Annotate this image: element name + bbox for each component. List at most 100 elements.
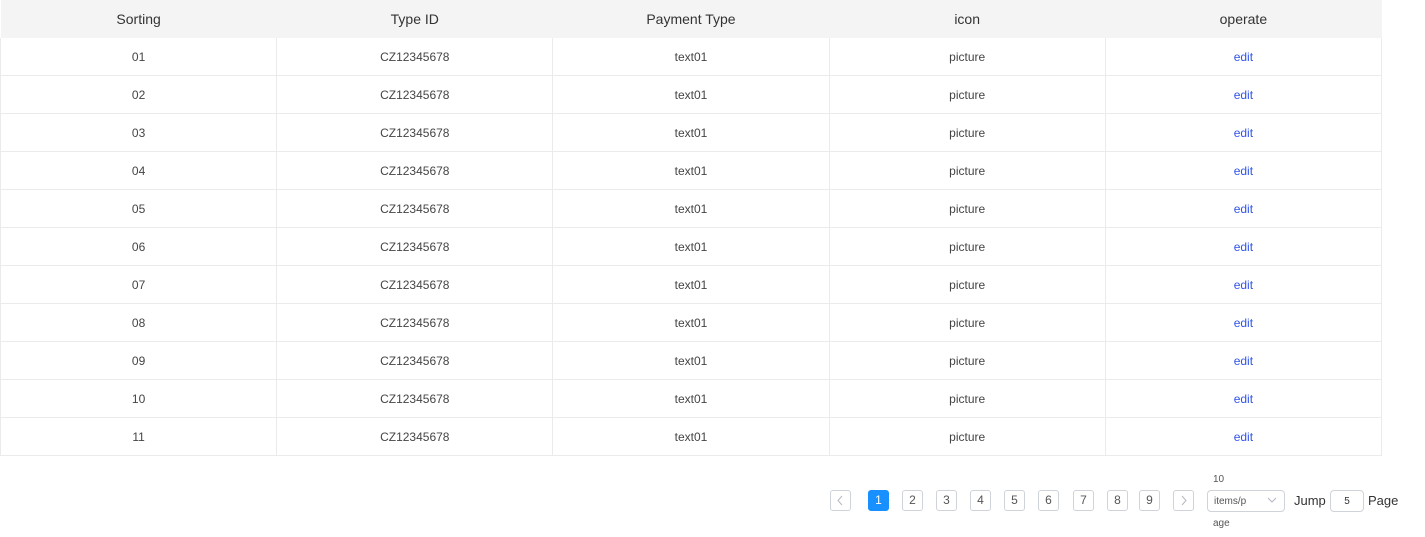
cell-payment-type: text01 [552,189,830,228]
cell-operate: edit [1105,151,1383,190]
cell-type-id: CZ12345678 [276,303,554,342]
cell-type-id: CZ12345678 [276,227,554,266]
payment-type-table: Sorting Type ID Payment Type icon operat… [0,0,1383,456]
page-button-1[interactable]: 1 [868,490,889,511]
table-row: 03 CZ12345678 text01 picture edit [0,113,1383,152]
table-row: 08 CZ12345678 text01 picture edit [0,303,1383,342]
column-header-sorting[interactable]: Sorting [0,0,277,38]
cell-operate: edit [1105,379,1383,418]
page-button-2[interactable]: 2 [902,490,923,511]
cell-operate: edit [1105,303,1383,342]
page-button-5[interactable]: 5 [1004,490,1025,511]
cell-icon: picture [829,189,1106,228]
table-row: 04 CZ12345678 text01 picture edit [0,151,1383,190]
cell-sorting: 11 [0,417,278,456]
cell-sorting: 10 [0,379,278,418]
table-row: 11 CZ12345678 text01 picture edit [0,417,1383,456]
cell-type-id: CZ12345678 [276,265,554,304]
cell-icon: picture [829,38,1106,76]
chevron-down-icon [1267,497,1277,503]
table-row: 01 CZ12345678 text01 picture edit [0,38,1383,76]
cell-type-id: CZ12345678 [276,75,554,114]
cell-type-id: CZ12345678 [276,189,554,228]
page-button-4[interactable]: 4 [970,490,991,511]
cell-payment-type: text01 [552,75,830,114]
edit-link[interactable]: edit [1234,354,1253,368]
next-page-button[interactable] [1173,490,1194,511]
cell-type-id: CZ12345678 [276,379,554,418]
cell-icon: picture [829,265,1106,304]
table-row: 05 CZ12345678 text01 picture edit [0,189,1383,228]
cell-type-id: CZ12345678 [276,113,554,152]
jump-label: Jump [1294,493,1326,508]
cell-sorting: 09 [0,341,278,380]
edit-link[interactable]: edit [1234,88,1253,102]
cell-sorting: 07 [0,265,278,304]
cell-icon: picture [829,151,1106,190]
edit-link[interactable]: edit [1234,240,1253,254]
cell-payment-type: text01 [552,303,830,342]
cell-icon: picture [829,75,1106,114]
cell-sorting: 04 [0,151,278,190]
page-button-8[interactable]: 8 [1107,490,1128,511]
page-button-7[interactable]: 7 [1073,490,1094,511]
edit-link[interactable]: edit [1234,278,1253,292]
cell-type-id: CZ12345678 [276,417,554,456]
cell-icon: picture [829,417,1106,456]
cell-payment-type: text01 [552,151,830,190]
edit-link[interactable]: edit [1234,50,1253,64]
cell-type-id: CZ12345678 [276,341,554,380]
table-header-row: Sorting Type ID Payment Type icon operat… [0,0,1382,38]
cell-icon: picture [829,303,1106,342]
table-row: 07 CZ12345678 text01 picture edit [0,265,1383,304]
page-size-select[interactable]: items/p [1207,490,1285,512]
cell-operate: edit [1105,227,1383,266]
edit-link[interactable]: edit [1234,392,1253,406]
edit-link[interactable]: edit [1234,202,1253,216]
cell-operate: edit [1105,341,1383,380]
chevron-left-icon [837,495,843,506]
column-header-operate[interactable]: operate [1105,0,1382,38]
table-row: 02 CZ12345678 text01 picture edit [0,75,1383,114]
chevron-right-icon [1181,495,1187,506]
edit-link[interactable]: edit [1234,126,1253,140]
page-button-6[interactable]: 6 [1038,490,1059,511]
page-size-count: 10 [1213,474,1225,485]
cell-operate: edit [1105,417,1383,456]
page-label: Page [1368,493,1399,508]
column-header-icon[interactable]: icon [829,0,1106,38]
cell-sorting: 06 [0,227,278,266]
column-header-payment-type[interactable]: Payment Type [552,0,830,38]
cell-operate: edit [1105,113,1383,152]
page-button-9[interactable]: 9 [1139,490,1160,511]
cell-icon: picture [829,341,1106,380]
cell-payment-type: text01 [552,341,830,380]
cell-sorting: 03 [0,113,278,152]
cell-sorting: 01 [0,38,278,76]
cell-payment-type: text01 [552,113,830,152]
cell-payment-type: text01 [552,265,830,304]
cell-sorting: 02 [0,75,278,114]
cell-icon: picture [829,227,1106,266]
page-size-unit: items/p [1214,496,1247,507]
cell-icon: picture [829,113,1106,152]
cell-operate: edit [1105,75,1383,114]
prev-page-button[interactable] [830,490,851,511]
table-row: 10 CZ12345678 text01 picture edit [0,379,1383,418]
edit-link[interactable]: edit [1234,430,1253,444]
cell-sorting: 08 [0,303,278,342]
table-row: 09 CZ12345678 text01 picture edit [0,341,1383,380]
cell-type-id: CZ12345678 [276,38,554,76]
page-button-3[interactable]: 3 [936,490,957,511]
cell-payment-type: text01 [552,379,830,418]
edit-link[interactable]: edit [1234,316,1253,330]
cell-payment-type: text01 [552,417,830,456]
table-row: 06 CZ12345678 text01 picture edit [0,227,1383,266]
edit-link[interactable]: edit [1234,164,1253,178]
cell-payment-type: text01 [552,227,830,266]
column-header-type-id[interactable]: Type ID [276,0,553,38]
cell-operate: edit [1105,265,1383,304]
cell-operate: edit [1105,38,1383,76]
jump-page-input[interactable] [1330,490,1364,512]
cell-sorting: 05 [0,189,278,228]
